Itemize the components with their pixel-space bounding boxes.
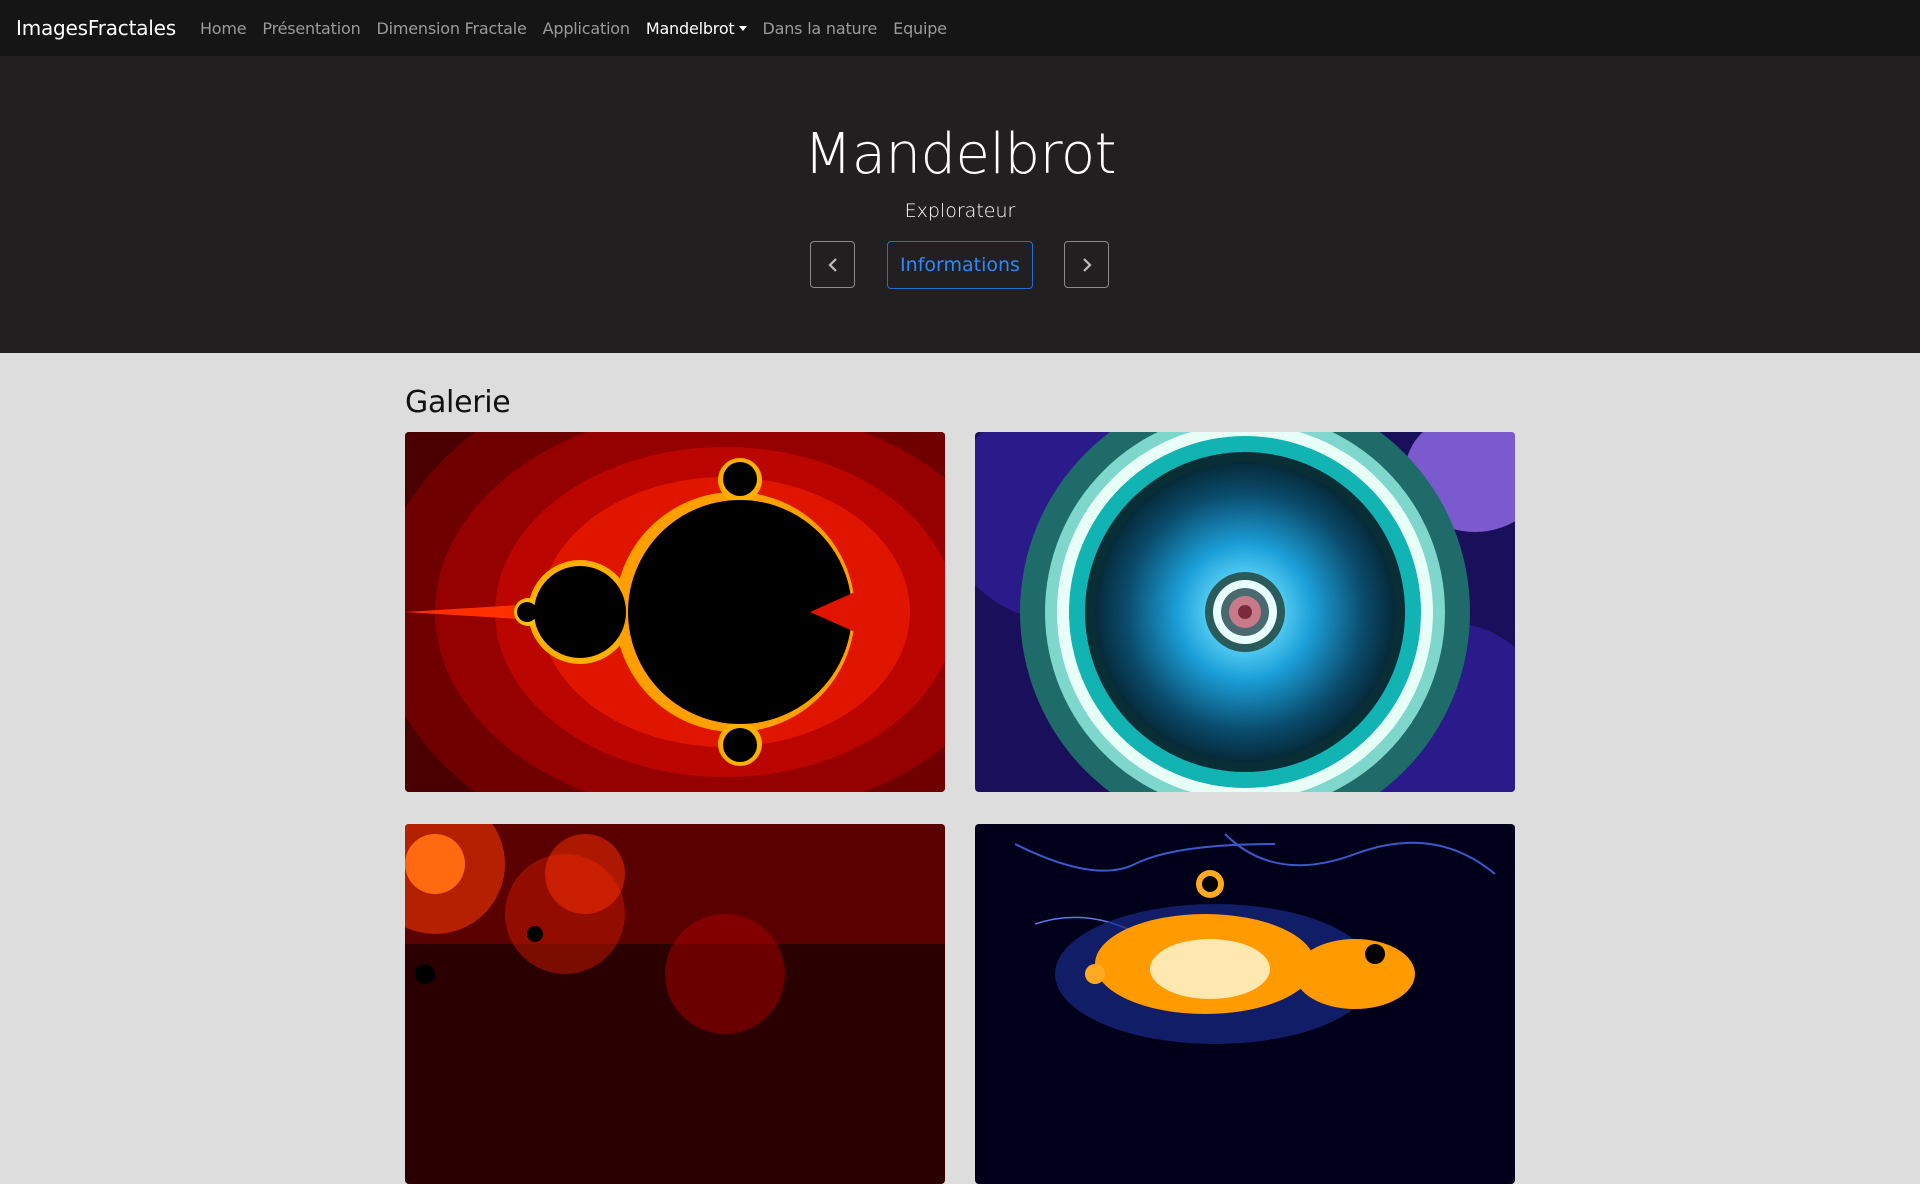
brand-logo[interactable]: ImagesFractales	[16, 16, 176, 40]
nav-item-presentation[interactable]: Présentation	[262, 19, 360, 38]
informations-button[interactable]: Informations	[887, 241, 1033, 289]
gallery-title: Galerie	[405, 385, 511, 420]
chevron-right-icon	[1082, 257, 1092, 272]
nav-item-dimension-fractale[interactable]: Dimension Fractale	[377, 19, 527, 38]
nav-list: Home Présentation Dimension Fractale App…	[200, 19, 947, 38]
fractal-image	[405, 432, 945, 792]
nav-item-dans-la-nature[interactable]: Dans la nature	[763, 19, 878, 38]
previous-button[interactable]	[810, 241, 855, 288]
nav-item-mandelbrot-label: Mandelbrot	[645, 18, 735, 38]
fractal-image	[405, 824, 945, 1184]
page-title: Mandelbrot	[803, 122, 1117, 187]
gallery-image-mandelbrot-red[interactable]	[405, 432, 945, 792]
nav-item-application[interactable]: Application	[543, 19, 630, 38]
navbar: ImagesFractales Home Présentation Dimens…	[0, 0, 1920, 56]
gallery-image-mandelbrot-blue-orange[interactable]	[975, 824, 1515, 1184]
nav-item-home[interactable]: Home	[200, 19, 247, 38]
caret-down-icon	[738, 25, 747, 31]
hero-buttons: Informations	[0, 241, 1920, 290]
fractal-image	[975, 432, 1515, 792]
nav-item-mandelbrot-dropdown[interactable]: Mandelbrot	[646, 19, 747, 38]
hero-section: Mandelbrot Explorateur Informations	[0, 56, 1920, 353]
gallery-image-mandelbrot-cyan[interactable]	[975, 432, 1515, 792]
chevron-left-icon	[827, 257, 837, 272]
nav-item-equipe[interactable]: Equipe	[893, 19, 947, 38]
gallery-image-mandelbrot-red-spirals[interactable]	[405, 824, 945, 1184]
next-button[interactable]	[1064, 241, 1109, 288]
page-subtitle: Explorateur	[904, 200, 1016, 222]
fractal-image	[975, 824, 1515, 1184]
